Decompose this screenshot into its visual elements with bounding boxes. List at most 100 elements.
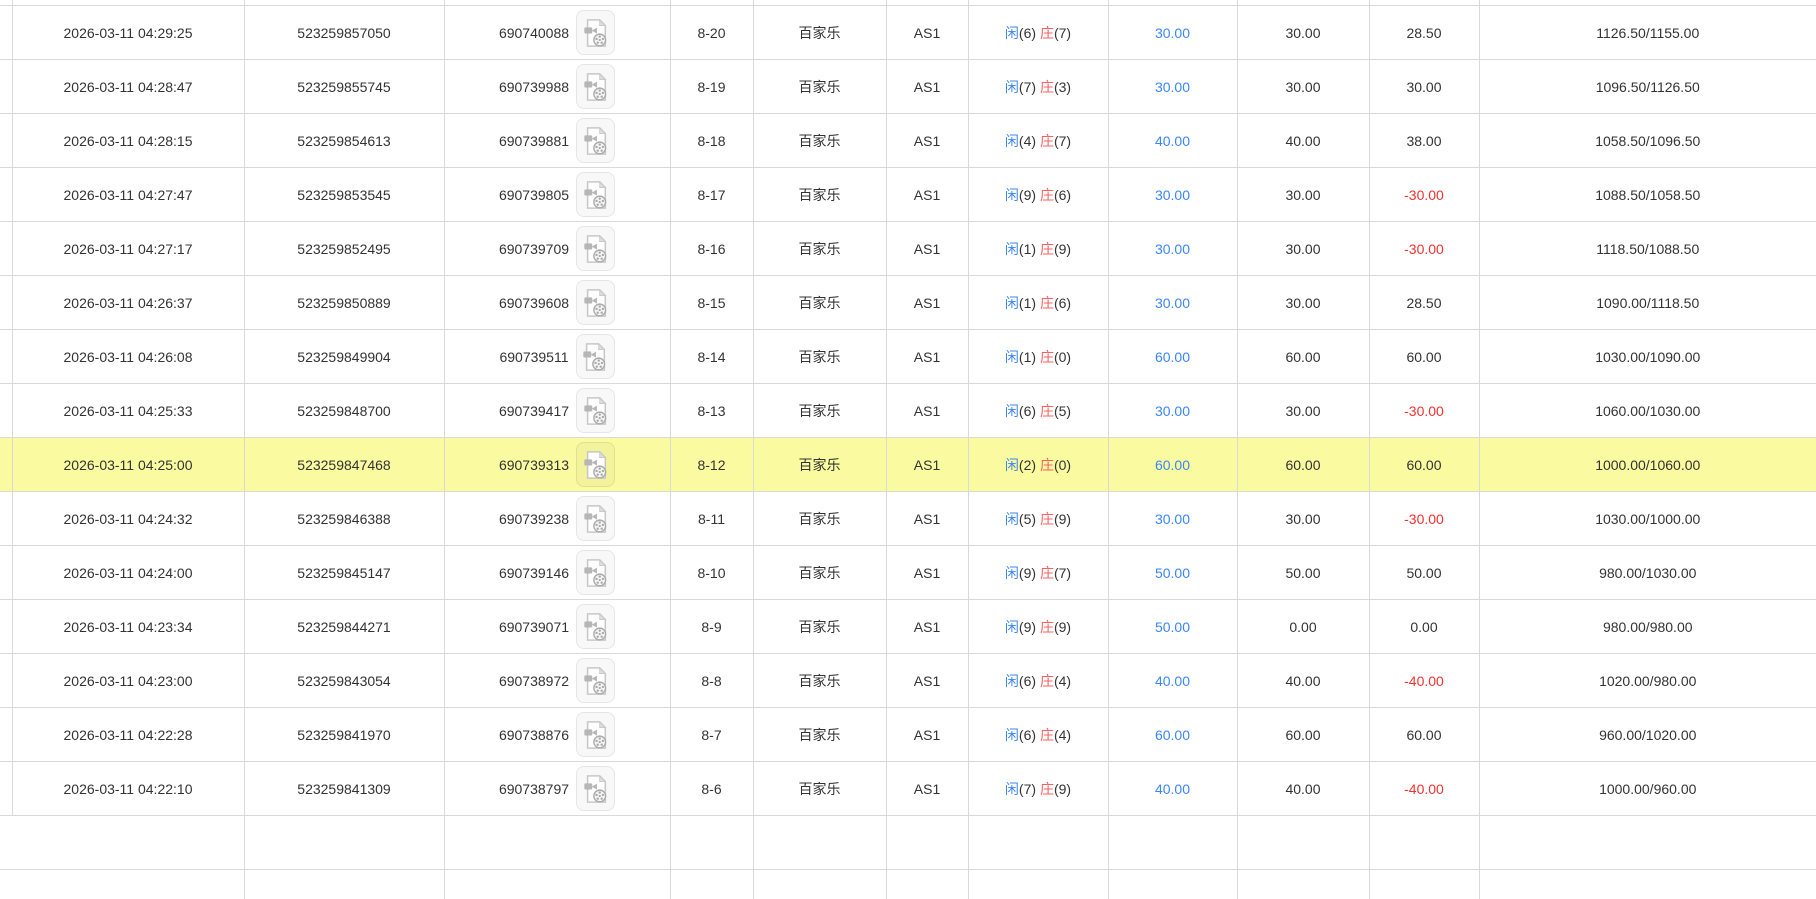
win-loss-cell: 28.50 xyxy=(1369,276,1479,330)
bet-amount-link[interactable]: 30.00 xyxy=(1155,403,1190,419)
valid-bet-cell: 30.00 xyxy=(1237,384,1369,438)
video-replay-button[interactable] xyxy=(576,766,615,811)
bet-amount-link[interactable]: 40.00 xyxy=(1155,673,1190,689)
win-loss-cell: 0.00 xyxy=(1369,600,1479,654)
player-label: 闲 xyxy=(1005,349,1019,365)
bet-amount-link[interactable]: 30.00 xyxy=(1155,241,1190,257)
video-replay-button[interactable] xyxy=(576,496,615,541)
video-replay-button[interactable] xyxy=(576,334,615,379)
table-row: 2026-03-11 04:24:32 523259846388 6907392… xyxy=(0,492,1816,546)
order-id-cell: 523259853545 xyxy=(244,168,444,222)
bet-amount-link[interactable]: 30.00 xyxy=(1155,511,1190,527)
banker-score: (3) xyxy=(1054,79,1071,95)
video-replay-button[interactable] xyxy=(576,64,615,109)
round-number-cell: 8-10 xyxy=(670,546,753,600)
bet-amount-link[interactable]: 50.00 xyxy=(1155,619,1190,635)
result-cell: 闲(6) 庄(5) xyxy=(968,384,1108,438)
win-loss-cell: 38.00 xyxy=(1369,114,1479,168)
video-cell: 690739805 xyxy=(444,168,670,222)
footer-empty-cell xyxy=(444,870,670,899)
video-replay-button[interactable] xyxy=(576,604,615,649)
win-loss-cell: 28.50 xyxy=(1369,6,1479,60)
order-id-cell: 523259847468 xyxy=(244,438,444,492)
balance-cell: 980.00/1030.00 xyxy=(1479,546,1816,600)
bet-time-cell: 2026-03-11 04:26:37 xyxy=(12,276,244,330)
video-cell: 690739511 xyxy=(444,330,670,384)
video-id-label: 690739071 xyxy=(499,619,569,635)
valid-bet-cell: 40.00 xyxy=(1237,654,1369,708)
game-type-cell: 百家乐 xyxy=(753,492,886,546)
bet-amount-link[interactable]: 30.00 xyxy=(1155,79,1190,95)
bet-time-cell: 2026-03-11 04:22:10 xyxy=(12,762,244,816)
bet-amount-cell: 60.00 xyxy=(1108,438,1237,492)
bet-amount-link[interactable]: 30.00 xyxy=(1155,187,1190,203)
order-id-cell: 523259850889 xyxy=(244,276,444,330)
video-replay-button[interactable] xyxy=(576,118,615,163)
balance-cell: 1000.00/960.00 xyxy=(1479,762,1816,816)
bet-amount-link[interactable]: 50.00 xyxy=(1155,565,1190,581)
win-loss-cell: 50.00 xyxy=(1369,546,1479,600)
balance-cell: 1096.50/1126.50 xyxy=(1479,60,1816,114)
win-loss-cell: 60.00 xyxy=(1369,438,1479,492)
bet-amount-link[interactable]: 30.00 xyxy=(1155,25,1190,41)
video-replay-button[interactable] xyxy=(576,280,615,325)
banker-score: (0) xyxy=(1054,349,1071,365)
video-replay-button[interactable] xyxy=(576,10,615,55)
order-id-cell: 523259848700 xyxy=(244,384,444,438)
row-spacer-cell xyxy=(0,438,12,492)
bet-amount-cell: 40.00 xyxy=(1108,762,1237,816)
row-spacer-cell xyxy=(0,6,12,60)
game-type-cell: 百家乐 xyxy=(753,438,886,492)
video-replay-button[interactable] xyxy=(576,226,615,271)
video-replay-button[interactable] xyxy=(576,658,615,703)
total-row: 总计 29 1190.00 1010.00 165.00 xyxy=(0,870,1816,899)
player-score: (1) xyxy=(1019,295,1036,311)
table-code-cell: AS1 xyxy=(886,600,968,654)
game-type-cell: 百家乐 xyxy=(753,708,886,762)
bet-amount-link[interactable]: 60.00 xyxy=(1155,457,1190,473)
player-label: 闲 xyxy=(1005,187,1019,203)
bet-amount-link[interactable]: 40.00 xyxy=(1155,781,1190,797)
balance-cell: 1118.50/1088.50 xyxy=(1479,222,1816,276)
player-label: 闲 xyxy=(1005,619,1019,635)
video-replay-button[interactable] xyxy=(576,172,615,217)
bet-amount-link[interactable]: 60.00 xyxy=(1155,349,1190,365)
bet-amount-link[interactable]: 40.00 xyxy=(1155,133,1190,149)
footer-label-cell: 总计 xyxy=(0,870,244,899)
bet-amount-cell: 60.00 xyxy=(1108,330,1237,384)
game-type-cell: 百家乐 xyxy=(753,6,886,60)
player-score: (1) xyxy=(1019,241,1036,257)
banker-label: 庄 xyxy=(1040,727,1054,743)
video-replay-button[interactable] xyxy=(576,550,615,595)
video-replay-button[interactable] xyxy=(576,442,615,487)
balance-cell: 1090.00/1118.50 xyxy=(1479,276,1816,330)
bet-amount-cell: 30.00 xyxy=(1108,222,1237,276)
player-score: (6) xyxy=(1019,673,1036,689)
game-type-cell: 百家乐 xyxy=(753,330,886,384)
video-replay-button[interactable] xyxy=(576,388,615,433)
video-id-label: 690739313 xyxy=(499,457,569,473)
footer-empty-cell xyxy=(968,816,1108,870)
banker-label: 庄 xyxy=(1040,79,1054,95)
bet-amount-link[interactable]: 60.00 xyxy=(1155,727,1190,743)
result-cell: 闲(6) 庄(4) xyxy=(968,708,1108,762)
player-score: (9) xyxy=(1019,619,1036,635)
table-code-cell: AS1 xyxy=(886,546,968,600)
video-id-label: 690738972 xyxy=(499,673,569,689)
bet-amount-link[interactable]: 30.00 xyxy=(1155,295,1190,311)
footer-empty-cell xyxy=(444,816,670,870)
bet-time-cell: 2026-03-11 04:28:15 xyxy=(12,114,244,168)
result-cell: 闲(9) 庄(9) xyxy=(968,600,1108,654)
banker-label: 庄 xyxy=(1040,781,1054,797)
player-score: (9) xyxy=(1019,187,1036,203)
player-score: (7) xyxy=(1019,781,1036,797)
video-replay-button[interactable] xyxy=(576,712,615,757)
banker-label: 庄 xyxy=(1040,565,1054,581)
banker-score: (9) xyxy=(1054,241,1071,257)
result-cell: 闲(9) 庄(6) xyxy=(968,168,1108,222)
table-row: 2026-03-11 04:27:47 523259853545 6907398… xyxy=(0,168,1816,222)
banker-label: 庄 xyxy=(1040,241,1054,257)
banker-score: (5) xyxy=(1054,403,1071,419)
banker-score: (7) xyxy=(1054,565,1071,581)
game-type-cell: 百家乐 xyxy=(753,222,886,276)
